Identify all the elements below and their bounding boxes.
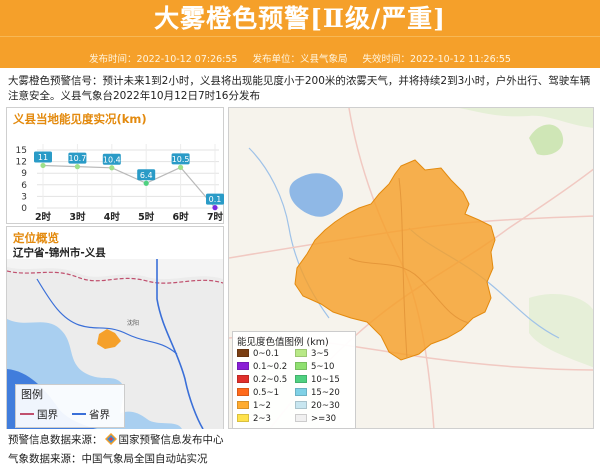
- visibility-legend-item: 15~20: [295, 388, 340, 398]
- legend-swatch: [295, 401, 307, 409]
- data-label: 11: [38, 153, 48, 162]
- warning-source: 预警信息数据来源： 国家预警信息发布中心: [8, 433, 224, 446]
- legend-swatch: [237, 388, 249, 396]
- location-panel: 定位概览 辽宁省-锦州市-义县 沈阳 图例 国界 省界: [6, 226, 224, 429]
- legend-swatch: [237, 414, 249, 422]
- banner-divider: [0, 36, 600, 37]
- legend-swatch: [295, 375, 307, 383]
- y-tick-label: 9: [21, 169, 27, 179]
- legend-swatch: [237, 362, 249, 370]
- x-tick-label: 4时: [104, 211, 121, 223]
- y-tick-label: 15: [16, 146, 27, 156]
- x-tick-label: 7时: [207, 211, 224, 223]
- visibility-legend-item: 3~5: [295, 349, 329, 359]
- visibility-legend-item: 0~0.1: [237, 349, 279, 359]
- x-tick-label: 6时: [173, 211, 190, 223]
- data-label: 0.1: [209, 195, 222, 204]
- warning-center-logo-icon: [104, 433, 117, 445]
- visibility-legend-item: 1~2: [237, 401, 271, 411]
- y-tick-label: 6: [21, 181, 27, 191]
- x-tick-label: 5时: [138, 211, 155, 223]
- data-point: [109, 165, 115, 171]
- visibility-legend-item: 0.5~1: [237, 388, 279, 398]
- visibility-legend-item: 0.1~0.2: [237, 362, 287, 372]
- boundary-legend-title: 图例: [21, 388, 43, 401]
- visibility-series-line: [42, 164, 216, 209]
- legend-swatch: [295, 388, 307, 396]
- data-point: [74, 164, 80, 170]
- legend-swatch: [237, 401, 249, 409]
- page-title: 大雾橙色预警[Ⅱ级/严重]: [154, 4, 446, 33]
- y-tick-label: 3: [21, 192, 27, 202]
- publisher: 发布单位：义县气象局: [252, 54, 348, 65]
- data-label: 10.4: [103, 155, 121, 164]
- location-title: 定位概览: [13, 231, 59, 245]
- x-tick-label: 2时: [35, 211, 52, 223]
- warning-source-name: 国家预警信息发布中心: [118, 434, 224, 446]
- publish-time: 发布时间：2022-10-12 07:26:55: [89, 54, 238, 65]
- visibility-legend-item: >=30: [295, 414, 336, 424]
- visibility-legend-title: 能见度色值图例 (km): [237, 337, 329, 348]
- visibility-legend-item: 0.2~0.5: [237, 375, 287, 385]
- x-tick-label: 3时: [69, 211, 86, 223]
- visibility-legend-item: 10~15: [295, 375, 340, 385]
- visibility-color-legend: 能见度色值图例 (km) 0~0.1 3~5 0.1~0.2 5~10 0.2~0.5 1…: [232, 331, 356, 429]
- visibility-legend-item: 20~30: [295, 401, 340, 411]
- legend-swatch: [295, 362, 307, 370]
- legend-swatch: [295, 349, 307, 357]
- visibility-chart-panel: 义县当地能见度实况(km) 15 12 9 6 3 0 11 2时 10.7 3时 10.4 4时 6.…: [6, 107, 224, 224]
- data-label: 10.7: [68, 154, 86, 163]
- legend-national-border: 国界: [20, 407, 58, 422]
- data-point: [40, 162, 46, 169]
- data-label: 6.4: [140, 171, 153, 180]
- legend-province-border: 省界: [72, 407, 110, 422]
- legend-swatch: [237, 349, 249, 357]
- visibility-legend-item: 2~3: [237, 414, 271, 424]
- warning-meta: 发布时间：2022-10-12 07:26:55 发布单位：义县气象局 失效时间…: [0, 52, 600, 68]
- boundary-legend: 图例 国界 省界: [15, 384, 125, 428]
- data-point: [178, 164, 184, 170]
- data-point: [143, 180, 149, 186]
- y-tick-label: 12: [16, 158, 27, 168]
- data-point: [212, 205, 218, 211]
- legend-swatch: [295, 414, 307, 422]
- warning-description: 大雾橙色预警信号：预计未来1到2小时，义县将出现能见度小于200米的浓雾天气，并…: [8, 75, 591, 102]
- visibility-chart: 15 129 63 0 11 2时 10.7 3时 10.4 4时 6.4 5时 10.5 6时 0.1 7时: [16, 144, 224, 223]
- data-label: 10.5: [172, 155, 190, 164]
- weather-source: 气象数据来源：中国气象局全国自动站实况: [8, 453, 208, 465]
- location-region: 辽宁省-锦州市-义县: [13, 247, 106, 259]
- y-tick-label: 0: [21, 204, 27, 214]
- legend-swatch: [237, 375, 249, 383]
- map-place-label: 沈阳: [127, 319, 139, 327]
- expire-time: 失效时间：2022-10-12 11:26:55: [362, 54, 511, 65]
- visibility-legend-item: 5~10: [295, 362, 334, 372]
